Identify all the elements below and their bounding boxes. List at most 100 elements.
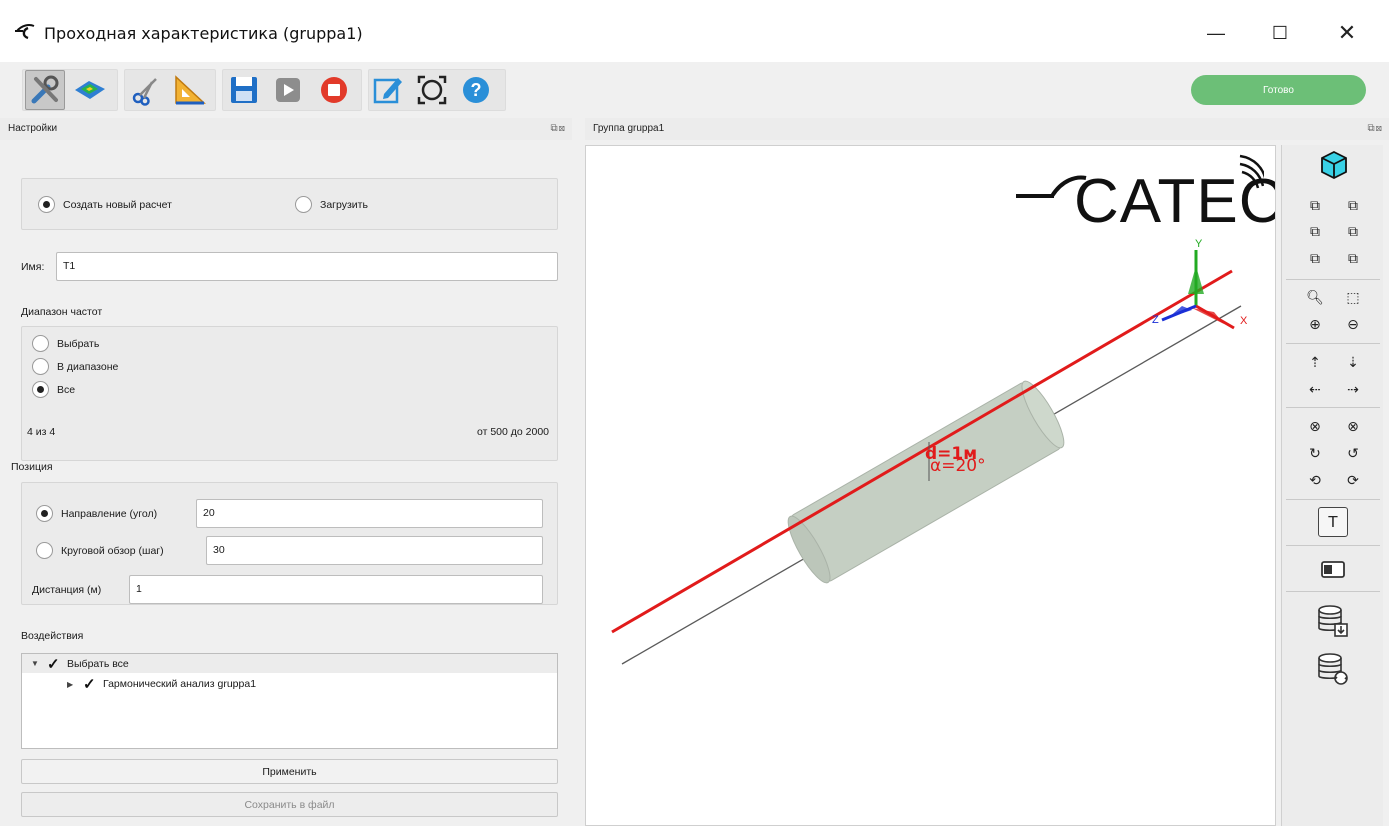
- apply-button[interactable]: Применить: [21, 759, 558, 784]
- circular-step-field[interactable]: 30: [206, 536, 543, 565]
- pan-right-button[interactable]: ⇢: [1338, 378, 1368, 402]
- circular-view-radio[interactable]: Круговой обзор (шаг): [36, 542, 164, 559]
- settings-panel: Настройки ⧉⊠ Создать новый расчет Загруз…: [0, 118, 572, 826]
- frequency-option-label: Выбрать: [57, 337, 100, 350]
- radio-circle: [36, 505, 53, 522]
- rotate-x-plus-icon: ⊗: [1347, 419, 1359, 435]
- view-back-button[interactable]: ⧉: [1338, 194, 1368, 218]
- expand-arrow-icon[interactable]: ▶: [67, 680, 77, 689]
- main-toolbar: ? Готово: [0, 62, 1389, 118]
- window-title: Проходная характеристика (gruppa1): [44, 24, 363, 43]
- rotate-y-minus-button[interactable]: ↻: [1300, 442, 1330, 466]
- database-import-button[interactable]: [1314, 601, 1352, 639]
- checkbox-checked-icon[interactable]: ✓: [47, 655, 61, 673]
- name-field[interactable]: T1: [56, 252, 558, 281]
- close-button[interactable]: ✕: [1327, 18, 1367, 48]
- checkbox-checked-icon[interactable]: ✓: [83, 675, 97, 693]
- maximize-button[interactable]: ☐: [1260, 18, 1300, 48]
- play-button[interactable]: [268, 70, 308, 110]
- toolbar-separator: [1286, 279, 1380, 280]
- help-button[interactable]: ?: [456, 70, 496, 110]
- text-label-button[interactable]: T: [1318, 507, 1348, 537]
- edit-icon: [373, 78, 402, 104]
- rotate-z-plus-icon: ⟳: [1347, 473, 1359, 489]
- actions-title: Воздействия: [21, 630, 84, 642]
- surface-plot-icon: [75, 81, 105, 99]
- frequency-option-select[interactable]: Выбрать: [32, 335, 99, 352]
- rotate-z-minus-button[interactable]: ⟲: [1300, 469, 1330, 493]
- scene-canvas: [611, 250, 1242, 665]
- view-top-button[interactable]: ⧉: [1300, 247, 1330, 271]
- rotate-y-plus-button[interactable]: ↺: [1338, 442, 1368, 466]
- frequency-range-value: от 500 до 2000: [476, 426, 549, 438]
- panel-dock-buttons[interactable]: ⧉⊠: [551, 123, 567, 134]
- settings-panel-title: Настройки: [8, 123, 58, 134]
- toolbar-separator: [1286, 407, 1380, 408]
- zoom-in-button[interactable]: ⊕: [1300, 313, 1330, 337]
- panel-splitter[interactable]: [574, 118, 582, 826]
- triangle-ruler-button[interactable]: [170, 70, 210, 110]
- distance-annotation: d=1м: [925, 444, 978, 464]
- database-import-icon: [1318, 605, 1348, 637]
- status-badge: Готово: [1191, 75, 1366, 105]
- rotate-z-plus-button[interactable]: ⟳: [1338, 469, 1368, 493]
- settings-tools-button[interactable]: [25, 70, 65, 110]
- radio-circle: [32, 381, 49, 398]
- tree-row-select-all[interactable]: ▼ ✓ Выбрать все: [22, 654, 557, 673]
- load-label: Загрузить: [320, 198, 368, 211]
- edit-button[interactable]: [368, 70, 408, 110]
- save-to-file-button[interactable]: Сохранить в файл: [21, 792, 558, 817]
- surface-plot-button[interactable]: [70, 70, 110, 110]
- frequency-groupbox: Выбрать В диапазоне Все 4 из 4 от 500 до…: [21, 326, 558, 461]
- pan-up-button[interactable]: ⇡: [1300, 351, 1330, 375]
- scissors-button[interactable]: [126, 70, 166, 110]
- panel-dock-buttons[interactable]: ⧉⊠: [1368, 123, 1384, 134]
- actions-tree: ▼ ✓ Выбрать все ▶ ✓ Гармонический анализ…: [21, 653, 558, 749]
- zoom-window-icon: ⬚: [1346, 290, 1360, 306]
- help-icon: ?: [463, 77, 489, 103]
- save-button[interactable]: [224, 70, 264, 110]
- load-radio[interactable]: Загрузить: [295, 196, 368, 213]
- rotate-y-minus-icon: ↻: [1309, 446, 1321, 462]
- minimize-button[interactable]: —: [1196, 18, 1236, 48]
- direction-radio[interactable]: Направление (угол): [36, 505, 157, 522]
- pan-up-icon: ⇡: [1309, 355, 1321, 371]
- rotate-x-plus-button[interactable]: ⊗: [1338, 415, 1368, 439]
- rotate-x-minus-button[interactable]: ⊗: [1300, 415, 1330, 439]
- mode-groupbox: Создать новый расчет Загрузить: [21, 178, 558, 230]
- app-logo-icon: [15, 24, 35, 40]
- distance-field[interactable]: 1: [129, 575, 543, 604]
- tree-row-item[interactable]: ▶ ✓ Гармонический анализ gruppa1: [67, 675, 256, 693]
- view-left-button[interactable]: ⧉: [1300, 220, 1330, 244]
- pan-left-button[interactable]: ⇠: [1300, 378, 1330, 402]
- view-right-button[interactable]: ⧉: [1338, 220, 1368, 244]
- zoom-fit-button[interactable]: 🔍︎: [1300, 286, 1330, 310]
- pan-down-button[interactable]: ⇣: [1338, 351, 1368, 375]
- screenshot-button[interactable]: [1318, 555, 1348, 583]
- fit-selection-button[interactable]: [412, 70, 452, 110]
- create-new-radio[interactable]: Создать новый расчет: [38, 196, 172, 213]
- frequency-option-all[interactable]: Все: [32, 381, 75, 398]
- view-3d-button[interactable]: [1318, 149, 1350, 181]
- axis-y-label: Y: [1195, 238, 1203, 250]
- title-bar: Проходная характеристика (gruppa1) — ☐ ✕: [0, 0, 1389, 62]
- zoom-window-button[interactable]: ⬚: [1338, 286, 1368, 310]
- view-bottom-button[interactable]: ⧉: [1338, 247, 1368, 271]
- play-icon: [276, 78, 300, 102]
- pan-down-icon: ⇣: [1347, 355, 1359, 371]
- database-refresh-button[interactable]: [1314, 649, 1352, 687]
- toolbar-separator: [1286, 545, 1380, 546]
- select-all-label: Выбрать все: [67, 657, 129, 670]
- collapse-arrow-icon[interactable]: ▼: [31, 659, 41, 668]
- toolbar-separator: [1286, 343, 1380, 344]
- view-front-button[interactable]: ⧉: [1300, 194, 1330, 218]
- 3d-viewport[interactable]: CATEC Y X Z α=20° d=1м: [585, 145, 1276, 826]
- save-icon: [231, 77, 257, 103]
- direction-angle-field[interactable]: 20: [196, 499, 543, 528]
- zoom-fit-icon: 🔍︎: [1306, 290, 1324, 306]
- frequency-option-in-range[interactable]: В диапазоне: [32, 358, 118, 375]
- zoom-out-button[interactable]: ⊖: [1338, 313, 1368, 337]
- view-right-icon: ⧉: [1348, 224, 1358, 240]
- frequency-option-label: В диапазоне: [57, 360, 119, 373]
- stop-button[interactable]: [314, 70, 354, 110]
